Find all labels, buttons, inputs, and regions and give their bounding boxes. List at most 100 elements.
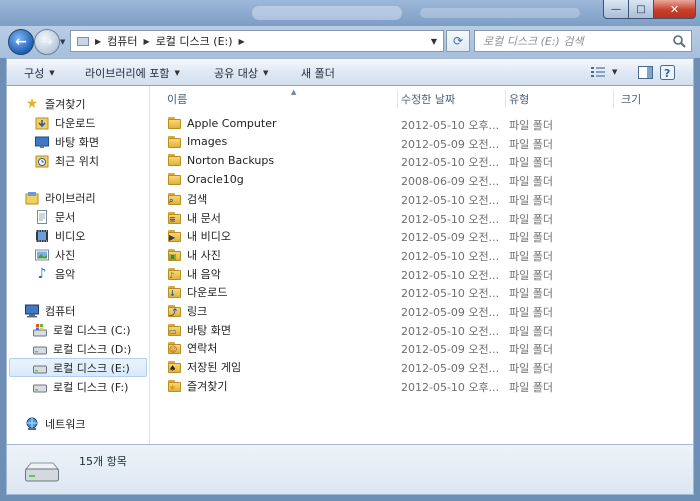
file-name-cell[interactable]: Oracle10g [167, 172, 244, 186]
nav-item-desktop[interactable]: 바탕 화면 [35, 132, 99, 151]
file-row[interactable]: ☺ 연락처 2012-05-09 오전... 파일 폴더 [167, 338, 687, 357]
pictures-folder-icon: ▣ [167, 248, 183, 262]
file-type: 파일 폴더 [509, 137, 553, 151]
file-row[interactable]: ▣ 내 사진 2012-05-10 오전... 파일 폴더 [167, 245, 687, 264]
breadcrumb-separator-icon[interactable]: ▶ [239, 37, 245, 46]
explorer-content: ★ 즐겨찾기 다운로드 바탕 화면 최근 위치 라이브러리 문서 비디오 사진 … [6, 86, 694, 444]
view-options-dropdown-icon[interactable]: ▼ [612, 68, 617, 76]
back-button[interactable]: ← [8, 29, 34, 55]
nav-libraries[interactable]: 라이브러리 [25, 188, 96, 207]
column-header-size[interactable]: 크기 [621, 90, 681, 108]
search-input[interactable]: 로컬 디스크 (E:) 검색 [474, 30, 692, 52]
file-name-cell[interactable]: ▶ 내 비디오 [167, 228, 231, 244]
address-dropdown-icon[interactable]: ▼ [431, 37, 437, 46]
share-with-button[interactable]: 공유 대상 ▼ [214, 65, 268, 81]
folder-icon [167, 135, 183, 149]
file-row[interactable]: Apple Computer 2012-05-10 오후... 파일 폴더 [167, 114, 687, 133]
column-header-type[interactable]: 유형 [509, 90, 609, 108]
file-name-cell[interactable]: ▭ 바탕 화면 [167, 322, 231, 338]
file-name-cell[interactable]: ↓ 다운로드 [167, 284, 227, 300]
view-controls: ▼ ? [590, 64, 675, 80]
minimize-button[interactable]: — [603, 0, 629, 19]
help-button[interactable]: ? [659, 64, 675, 80]
breadcrumb-separator-icon[interactable]: ▶ [144, 37, 150, 46]
refresh-icon: ⟳ [452, 34, 464, 48]
breadcrumb-computer[interactable]: 컴퓨터 [107, 33, 137, 49]
nav-item-music[interactable]: ♪ 음악 [35, 264, 76, 283]
saved-games-folder-icon: ♠ [167, 360, 183, 374]
desktop-icon [35, 135, 49, 149]
file-name-cell[interactable]: Norton Backups [167, 153, 274, 167]
nav-item-recent[interactable]: 최근 위치 [35, 151, 99, 170]
nav-computer[interactable]: 컴퓨터 [25, 301, 75, 320]
column-divider[interactable] [505, 90, 506, 108]
organize-label: 구성 [24, 67, 45, 80]
preview-pane-button[interactable] [637, 64, 653, 80]
forward-button[interactable]: → [34, 29, 60, 55]
pictures-icon [35, 248, 49, 262]
details-view-icon [591, 67, 605, 77]
nav-item-drive-d[interactable]: 로컬 디스크 (D:) [33, 339, 131, 358]
file-row[interactable]: Oracle10g 2008-06-09 오전... 파일 폴더 [167, 170, 687, 189]
organize-menu-button[interactable]: 구성 ▼ [24, 65, 55, 81]
file-name-cell[interactable]: ☺ 연락처 [167, 340, 217, 356]
file-row[interactable]: ⤴ 링크 2012-05-09 오전... 파일 폴더 [167, 301, 687, 320]
include-in-library-button[interactable]: 라이브러리에 포함 ▼ [85, 65, 180, 81]
nav-network[interactable]: 네트워크 [25, 414, 85, 433]
file-row[interactable]: ★ 즐겨찾기 2012-05-10 오후... 파일 폴더 [167, 376, 687, 395]
nav-item-drive-f[interactable]: 로컬 디스크 (F:) [33, 377, 128, 396]
nav-item-pictures[interactable]: 사진 [35, 245, 75, 264]
file-row[interactable]: ♪ 내 음악 2012-05-10 오전... 파일 폴더 [167, 264, 687, 283]
file-row[interactable]: Norton Backups 2012-05-10 오전... 파일 폴더 [167, 151, 687, 170]
breadcrumb-separator-icon[interactable]: ▶ [95, 37, 101, 46]
nav-item-videos[interactable]: 비디오 [35, 226, 85, 245]
desktop-folder-icon: ▭ [167, 323, 183, 337]
file-name-cell[interactable]: ⤴ 링크 [167, 303, 207, 319]
documents-folder-icon: ≡ [167, 211, 183, 225]
search-icon[interactable] [672, 34, 686, 48]
file-list[interactable]: 이름 ▲ 수정한 날짜 유형 크기 Apple Computer 2012-05-… [151, 86, 695, 444]
change-view-button[interactable] [590, 64, 606, 80]
nav-item-drive-e[interactable]: 로컬 디스크 (E:) [9, 358, 147, 377]
file-name: 다운로드 [187, 286, 228, 300]
file-name: 내 비디오 [187, 230, 231, 244]
nav-favorites[interactable]: ★ 즐겨찾기 [25, 94, 86, 113]
file-name-cell[interactable]: Images [167, 135, 227, 149]
drive-large-icon [24, 462, 60, 482]
file-name-cell[interactable]: ▣ 내 사진 [167, 247, 221, 263]
column-divider[interactable] [613, 90, 614, 108]
column-divider[interactable] [397, 90, 398, 108]
refresh-button[interactable]: ⟳ [446, 30, 470, 52]
file-row[interactable]: ≡ 내 문서 2012-05-10 오전... 파일 폴더 [167, 208, 687, 227]
breadcrumb-drive[interactable]: 로컬 디스크 (E:) [156, 33, 233, 49]
file-name-cell[interactable]: ♠ 저장된 게임 [167, 359, 241, 375]
file-row[interactable]: ♠ 저장된 게임 2012-05-09 오전... 파일 폴더 [167, 357, 687, 376]
file-row[interactable]: Images 2012-05-09 오전... 파일 폴더 [167, 133, 687, 152]
nav-item-downloads[interactable]: 다운로드 [35, 113, 95, 132]
new-folder-button[interactable]: 새 폴더 [301, 65, 335, 81]
file-name-cell[interactable]: ♪ 내 음악 [167, 266, 221, 282]
navigation-pane[interactable]: ★ 즐겨찾기 다운로드 바탕 화면 최근 위치 라이브러리 문서 비디오 사진 … [7, 86, 150, 444]
nav-item-documents[interactable]: 문서 [35, 207, 75, 226]
file-row[interactable]: ▶ 내 비디오 2012-05-09 오전... 파일 폴더 [167, 226, 687, 245]
address-bar[interactable]: ▶ 컴퓨터 ▶ 로컬 디스크 (E:) ▶ ▼ [70, 30, 444, 52]
recent-pages-dropdown-icon[interactable]: ▼ [60, 38, 65, 46]
file-row[interactable]: ⌕ 검색 2012-05-10 오전... 파일 폴더 [167, 189, 687, 208]
window-titlebar[interactable]: — □ ✕ [0, 0, 700, 26]
file-name-cell[interactable]: ≡ 내 문서 [167, 210, 221, 226]
file-name-cell[interactable]: ★ 즐겨찾기 [167, 378, 227, 394]
maximize-button[interactable]: □ [628, 0, 654, 19]
file-name-cell[interactable]: ⌕ 검색 [167, 191, 207, 207]
column-header-date[interactable]: 수정한 날짜 [401, 90, 501, 108]
file-type: 파일 폴더 [509, 212, 553, 226]
file-row[interactable]: ↓ 다운로드 2012-05-10 오전... 파일 폴더 [167, 282, 687, 301]
file-date: 2012-05-10 오후... [401, 380, 500, 394]
drive-icon [33, 361, 47, 375]
search-placeholder: 로컬 디스크 (E:) 검색 [483, 35, 584, 48]
close-button[interactable]: ✕ [653, 0, 696, 19]
nav-item-drive-c[interactable]: 로컬 디스크 (C:) [33, 320, 131, 339]
file-row[interactable]: ▭ 바탕 화면 2012-05-10 오전... 파일 폴더 [167, 320, 687, 339]
videos-folder-icon: ▶ [167, 229, 183, 243]
file-name-cell[interactable]: Apple Computer [167, 116, 277, 130]
column-header-name[interactable]: 이름 ▲ [167, 88, 397, 108]
